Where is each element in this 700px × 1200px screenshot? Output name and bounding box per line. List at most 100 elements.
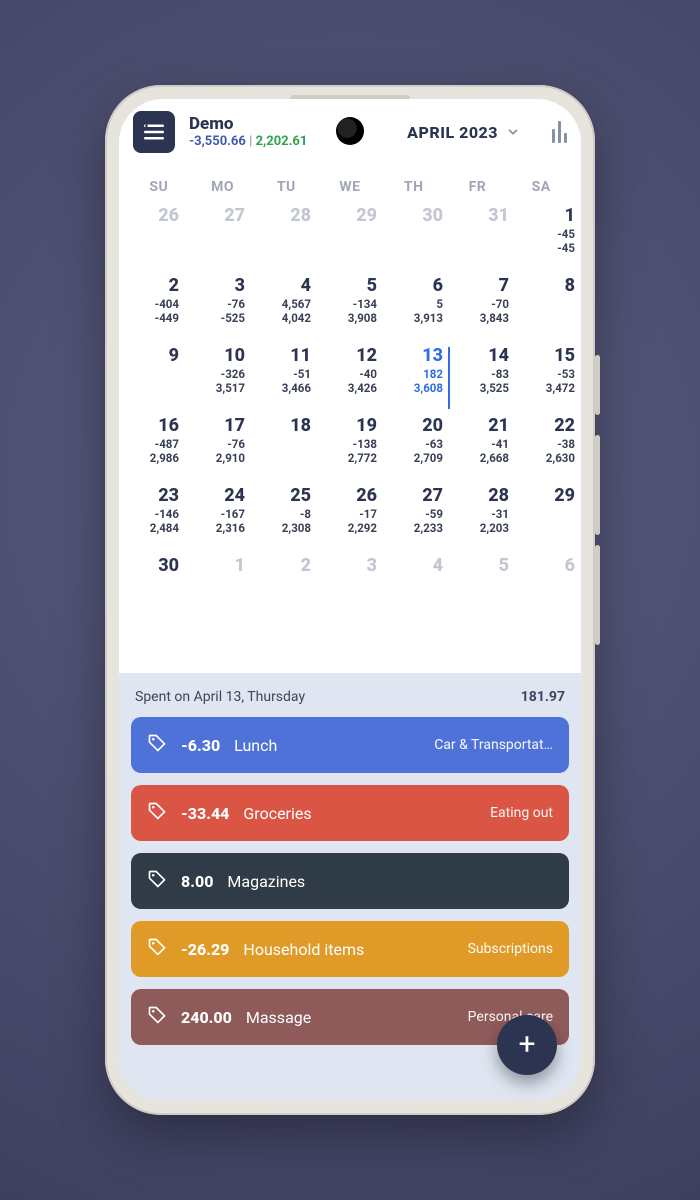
add-transaction-fab[interactable]: + [497, 1015, 557, 1075]
calendar-cell[interactable]: 653,913 [383, 273, 449, 343]
calendar-cell[interactable]: 17-762,910 [185, 413, 251, 483]
calendar-day-number: 29 [319, 207, 377, 225]
month-label: APRIL 2023 [407, 123, 498, 142]
calendar-cell[interactable]: 20 -632,709 [383, 413, 449, 483]
calendar-cell[interactable]: 22-382,630 [515, 413, 581, 483]
calendar-cell[interactable]: 24 -1672,316 [185, 483, 251, 553]
tag-icon [147, 801, 167, 825]
calendar-cell[interactable]: 12-403,426 [317, 343, 383, 413]
calendar-grid: 2627282930311-45-452-404-4493-76-52544,5… [119, 203, 581, 623]
calendar-cell[interactable]: 6 [515, 553, 581, 623]
calendar-cell[interactable]: 30 [119, 553, 185, 623]
account-summary[interactable]: Demo -3,550.66 | 2,202.61 [189, 114, 307, 150]
calendar-day-number: 26 [121, 207, 179, 225]
transactions-heading: Spent on April 13, Thursday 181.97 [131, 689, 569, 717]
calendar-day-values: -312,203 [451, 507, 509, 536]
calendar-day-number: 26 [319, 487, 377, 505]
calendar-day-number: 20 [385, 417, 443, 435]
calendar-cell[interactable]: 4 [383, 553, 449, 623]
calendar-cell[interactable]: 31 [449, 203, 515, 273]
menu-button[interactable] [133, 111, 175, 153]
calendar-day-number: 5 [451, 557, 509, 575]
calendar-day-values: -1672,316 [187, 507, 245, 536]
phone-side-button [595, 545, 600, 645]
calendar-cell[interactable]: 28 -312,203 [449, 483, 515, 553]
calendar-cell[interactable]: 27 [185, 203, 251, 273]
calendar-day-number: 3 [319, 557, 377, 575]
calendar-cell[interactable]: 7-703,843 [449, 273, 515, 343]
calendar-day-values: 4,5674,042 [253, 297, 311, 326]
balance-separator: | [246, 134, 256, 149]
calendar-cell[interactable]: 11-513,466 [251, 343, 317, 413]
calendar-cell[interactable]: 26 [119, 203, 185, 273]
calendar-cell[interactable]: 26 -172,292 [317, 483, 383, 553]
calendar-day-number: 4 [385, 557, 443, 575]
stats-button[interactable] [552, 121, 567, 143]
transactions-heading-label: Spent on April 13, Thursday [135, 689, 305, 705]
calendar-day-number: 17 [187, 417, 245, 435]
calendar-day-values: -403,426 [319, 367, 377, 396]
tag-icon [147, 1005, 167, 1029]
calendar-cell[interactable]: 18 [251, 413, 317, 483]
calendar-dow: MO [191, 179, 255, 195]
calendar-cell[interactable]: 25-82,308 [251, 483, 317, 553]
calendar-day-number: 11 [253, 347, 311, 365]
calendar-day-values: -632,709 [385, 437, 443, 466]
calendar-cell[interactable]: 1 [185, 553, 251, 623]
calendar-day-number: 27 [385, 487, 443, 505]
calendar-dow: SU [127, 179, 191, 195]
bar-chart-icon [552, 129, 555, 143]
balance-positive: 2,202.61 [256, 134, 308, 149]
transaction-amount: 8.00 [181, 872, 213, 891]
calendar-cell[interactable]: 5 [449, 553, 515, 623]
calendar-cell[interactable]: 30 [383, 203, 449, 273]
calendar-cell[interactable]: 10-3263,517 [185, 343, 251, 413]
calendar-day-number: 7 [451, 277, 509, 295]
calendar-cell[interactable]: 1-45-45 [515, 203, 581, 273]
calendar-cell[interactable]: 5 -1343,908 [317, 273, 383, 343]
calendar-dow: WE [318, 179, 382, 195]
calendar-cell[interactable]: 131823,608 [383, 343, 449, 413]
calendar-day-number: 27 [187, 207, 245, 225]
calendar-day-values: -592,233 [385, 507, 443, 536]
calendar-cell[interactable]: 15-533,472 [515, 343, 581, 413]
calendar-day-number: 15 [517, 347, 575, 365]
calendar-day-number: 28 [451, 487, 509, 505]
account-name: Demo [189, 114, 307, 134]
calendar-cell[interactable]: 8 [515, 273, 581, 343]
calendar-cell[interactable]: 2-404-449 [119, 273, 185, 343]
transaction-amount: -26.29 [181, 940, 229, 959]
account-balance: -3,550.66 | 2,202.61 [189, 134, 307, 150]
calendar-spacer [119, 623, 581, 673]
calendar-cell[interactable]: 27 -592,233 [383, 483, 449, 553]
calendar-day-number: 5 [319, 277, 377, 295]
calendar-cell[interactable]: 19-1382,772 [317, 413, 383, 483]
calendar-cell[interactable]: 29 [317, 203, 383, 273]
calendar-day-number: 28 [253, 207, 311, 225]
calendar-day-number: 30 [385, 207, 443, 225]
calendar-cell[interactable]: 16-4872,986 [119, 413, 185, 483]
transaction-name: Groceries [243, 804, 311, 823]
transaction-item[interactable]: -6.30LunchCar & Transportat… [131, 717, 569, 773]
calendar-cell[interactable]: 2 [251, 553, 317, 623]
transaction-item[interactable]: -26.29Household itemsSubscriptions [131, 921, 569, 977]
calendar-day-number: 24 [187, 487, 245, 505]
calendar-cell[interactable]: 28 [251, 203, 317, 273]
calendar-day-values: -172,292 [319, 507, 377, 536]
calendar-day-values: -45-45 [517, 227, 575, 256]
calendar-cell[interactable]: 29 [515, 483, 581, 553]
calendar-cell[interactable]: 21-412,668 [449, 413, 515, 483]
calendar-cell[interactable]: 3-76-525 [185, 273, 251, 343]
calendar-cell[interactable]: 23-1462,484 [119, 483, 185, 553]
calendar-cell[interactable]: 44,5674,042 [251, 273, 317, 343]
calendar-cell[interactable]: 9 [119, 343, 185, 413]
calendar-cell[interactable]: 14-833,525 [449, 343, 515, 413]
month-picker[interactable]: APRIL 2023 [407, 123, 520, 142]
transaction-item[interactable]: 8.00Magazines [131, 853, 569, 909]
calendar-day-values: -1343,908 [319, 297, 377, 326]
calendar-day-number: 13 [385, 347, 443, 365]
transaction-item[interactable]: -33.44GroceriesEating out [131, 785, 569, 841]
calendar-day-number: 9 [121, 347, 179, 365]
calendar-day-number: 22 [517, 417, 575, 435]
calendar-cell[interactable]: 3 [317, 553, 383, 623]
